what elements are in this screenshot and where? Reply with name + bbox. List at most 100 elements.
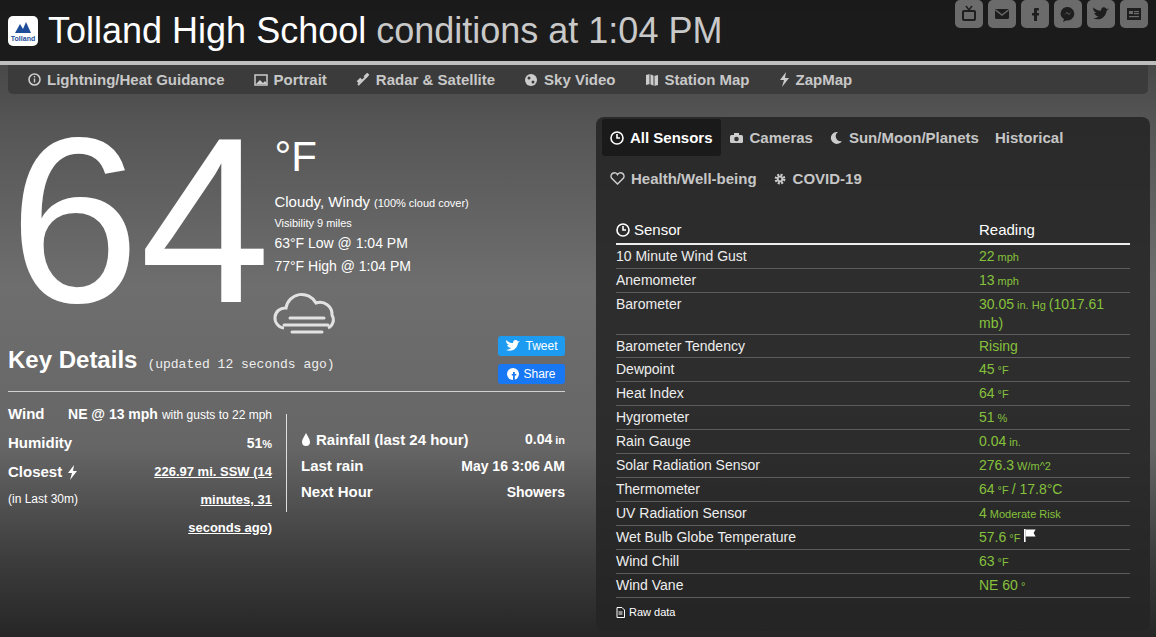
widget-icon [1125, 5, 1143, 23]
flag-icon [1023, 528, 1037, 542]
sensor-name-cell: Solar Radiation Sensor [616, 454, 979, 478]
sensor-name-cell: Dewpoint [616, 358, 979, 382]
nav-item[interactable]: Station Map [645, 71, 750, 88]
current-conditions: 64°FCloudy, Windy(100% cloud cover)Visib… [0, 94, 580, 631]
rain-detail-number: May 16 3:06 AM [461, 458, 565, 474]
closest-note: (in Last 30m) [8, 486, 78, 512]
droplet-icon [301, 433, 311, 447]
key-details-left: WindNE @ 13 mphwith gusts to 22 mphHumid… [8, 400, 286, 542]
tab-label: Sun/Moon/Planets [849, 129, 979, 146]
share-label: Tweet [525, 339, 557, 353]
sensor-row: Heat Index 64°F [616, 382, 1130, 406]
sensor-name: Barometer [616, 296, 681, 312]
header-icon-button[interactable] [1021, 0, 1049, 28]
header-icon-button[interactable] [988, 0, 1016, 28]
sensor-tab[interactable]: All Sensors [602, 119, 721, 156]
humidity-unit: % [262, 438, 272, 450]
key-details: Key Details(updated 12 seconds ago) Tweet… [0, 335, 580, 542]
reading-value: 0.04 [979, 433, 1006, 449]
nav-label: Lightning/Heat Guidance [47, 71, 225, 88]
sensor-tabs: All Sensors Cameras Sun/Moon/Planets Histor… [602, 119, 1144, 197]
reading-unit: °F [998, 364, 1009, 376]
closest-lightning-link[interactable]: 226.97 mi. SSW (14 minutes, 31 seconds a… [147, 458, 272, 542]
sensor-row: Dewpoint45°F [616, 358, 1130, 382]
video-icon [524, 73, 538, 87]
column-header: Reading [979, 219, 1130, 244]
sensor-row: Wind Chill 63°F [616, 550, 1130, 574]
reading-unit: °F [998, 556, 1009, 568]
station-name: Tolland High School [48, 10, 366, 51]
sensor-name: Solar Radiation Sensor [616, 457, 760, 473]
nav-item[interactable]: ZapMap [779, 71, 853, 88]
nav-item[interactable]: Lightning/Heat Guidance [28, 71, 225, 88]
document-icon [616, 607, 625, 618]
sensor-row: Wet Bulb Globe Temperature57.6°F [616, 526, 1130, 550]
wind-speed: NE @ 13 mph [68, 406, 158, 422]
sensor-panel: All Sensors Cameras Sun/Moon/Planets Histor… [596, 117, 1150, 631]
sensor-row: Thermometer64°F/ 17.8°C [616, 478, 1130, 502]
map-icon [645, 73, 659, 86]
rain-detail-label: Rainfall (last 24 hour) [316, 427, 469, 453]
clock-icon [610, 131, 624, 145]
mountain-icon [14, 20, 32, 34]
tab-label: Cameras [750, 129, 813, 146]
rain-detail-value: May 16 3:06 AM [461, 453, 565, 479]
header-icon-button[interactable] [1054, 0, 1082, 28]
twitter-icon [1092, 5, 1110, 23]
reading-extra: / 17.8°C [1012, 481, 1063, 497]
sensor-tab[interactable]: Sun/Moon/Planets [821, 119, 987, 156]
nav-item[interactable]: Sky Video [524, 71, 615, 88]
header-icons [955, 0, 1148, 28]
reading-unit: % [998, 412, 1008, 424]
reading-unit: °F [998, 388, 1009, 400]
humidity-row: Humidity51% [8, 429, 272, 458]
nav-label: Station Map [665, 71, 750, 88]
school-logo[interactable]: Tolland [8, 16, 38, 46]
tweet-button[interactable]: Tweet [498, 336, 565, 356]
tv-icon [960, 5, 978, 23]
share-button[interactable]: Share [498, 364, 565, 384]
reading-value: 64 [979, 385, 995, 401]
nav-label: Sky Video [544, 71, 615, 88]
sensor-name: Wind Chill [616, 553, 679, 569]
current-summary: 64°FCloudy, Windy(100% cloud cover)Visib… [0, 94, 580, 335]
temperature-high: 77°F High @ 1:04 PM [274, 256, 468, 276]
sensor-name: UV Radiation Sensor [616, 505, 747, 521]
rain-detail-label: Next Hour [301, 479, 373, 505]
reading-unit: mph [998, 251, 1019, 263]
sensor-name: Thermometer [616, 481, 700, 497]
reading-value: 30.05 [979, 296, 1014, 312]
picture-icon [254, 74, 268, 86]
condition-text: Cloudy, Windy(100% cloud cover) [274, 193, 468, 212]
raw-data-link[interactable]: Raw data [616, 606, 1144, 618]
sensor-name-cell: Anemometer [616, 269, 979, 293]
sensor-name: Heat Index [616, 385, 684, 401]
reading-unit: W/m^2 [1017, 460, 1051, 472]
wind-label: Wind [8, 400, 45, 428]
reading-unit: ° [1021, 580, 1025, 592]
rain-detail-label-wrap: Next Hour [301, 479, 373, 505]
sensor-reading-cell: Rising [979, 335, 1130, 358]
sensor-tab[interactable]: Historical [987, 119, 1071, 156]
sensor-tab[interactable]: Cameras [721, 119, 821, 156]
raw-data-label: Raw data [629, 606, 675, 618]
sensor-tab[interactable]: Health/Well-being [602, 160, 765, 197]
sensor-name: Anemometer [616, 272, 696, 288]
header-icon-button[interactable] [1120, 0, 1148, 28]
nav-item[interactable]: Portrait [254, 71, 327, 88]
logo-text: Tolland [11, 35, 35, 42]
header-icon-button[interactable] [1087, 0, 1115, 28]
sensor-tab[interactable]: COVID-19 [765, 160, 870, 197]
key-details-title-group: Key Details(updated 12 seconds ago) [8, 346, 335, 374]
rain-detail-row: Next HourShowers [301, 479, 565, 505]
nav-item[interactable]: Radar & Satellite [356, 71, 495, 88]
sensor-row: UV Radiation Sensor4Moderate Risk [616, 502, 1130, 526]
reading-unit: in. [1009, 436, 1021, 448]
sensor-name-cell: Heat Index [616, 382, 979, 406]
header-icon-button[interactable] [955, 0, 983, 28]
reading-value: 63 [979, 553, 995, 569]
rain-detail-row: Rainfall (last 24 hour)0.04in [301, 426, 565, 453]
lightning-icon [779, 72, 790, 87]
sensor-table-head: SensorReading [616, 219, 1130, 244]
reading-value: 57.6 [979, 529, 1006, 545]
